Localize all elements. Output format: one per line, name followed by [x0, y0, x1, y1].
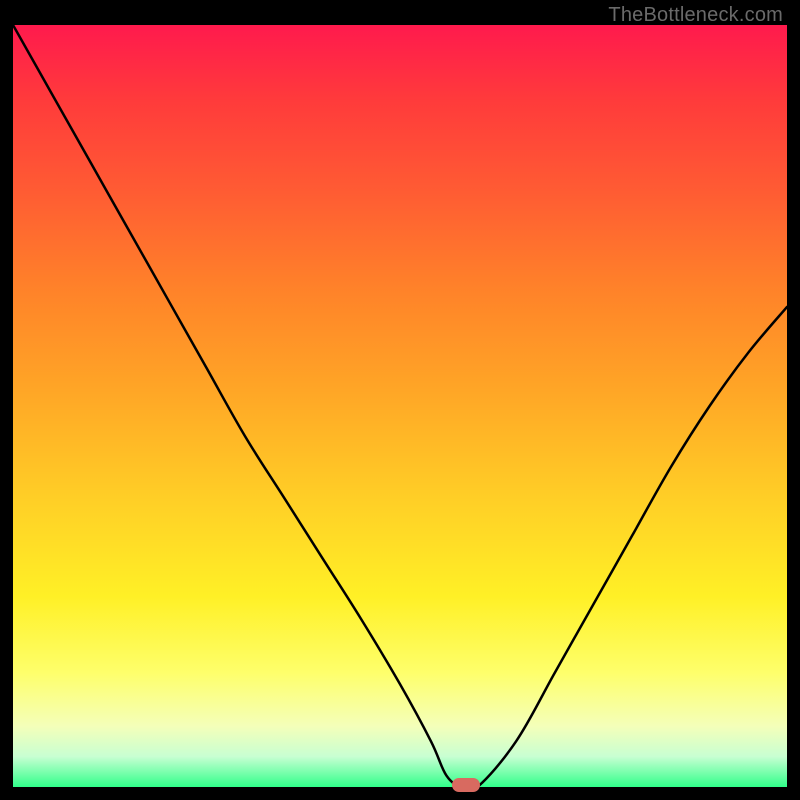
plot-area	[13, 25, 787, 787]
optimal-point-marker	[452, 778, 480, 792]
chart-frame: TheBottleneck.com	[13, 0, 787, 787]
watermark-text: TheBottleneck.com	[608, 4, 783, 27]
bottleneck-curve	[13, 25, 787, 787]
